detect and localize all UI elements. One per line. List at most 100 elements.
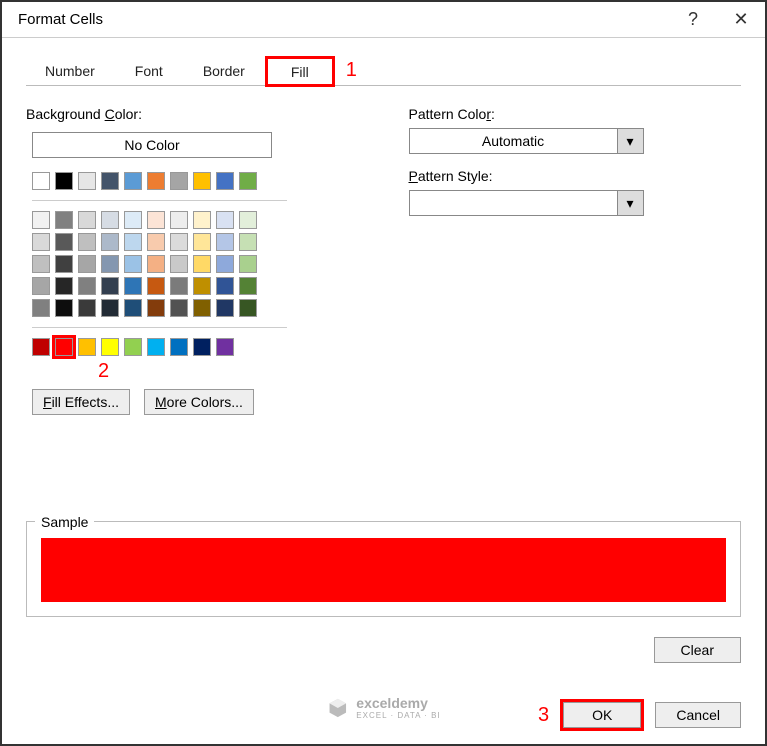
tab-strip: Number Font Border Fill 1 [26, 56, 741, 86]
color-swatch[interactable] [147, 233, 165, 251]
color-swatch[interactable] [216, 277, 234, 295]
color-swatch[interactable] [32, 211, 50, 229]
color-swatch[interactable] [55, 338, 73, 356]
color-swatch[interactable] [32, 277, 50, 295]
color-swatch[interactable] [78, 211, 96, 229]
theme-shades-row [26, 233, 359, 251]
tab-number[interactable]: Number [26, 56, 114, 85]
color-swatch[interactable] [193, 172, 211, 190]
color-swatch[interactable] [101, 255, 119, 273]
more-colors-button[interactable]: More Colors... [144, 389, 254, 415]
color-swatch[interactable] [124, 172, 142, 190]
color-swatch[interactable] [170, 211, 188, 229]
tab-fill[interactable]: Fill [266, 57, 334, 86]
color-swatch[interactable] [170, 338, 188, 356]
theme-shades-row [26, 255, 359, 273]
color-swatch[interactable] [124, 211, 142, 229]
color-swatch[interactable] [216, 299, 234, 317]
pattern-color-label: Pattern Color: [409, 106, 742, 122]
clear-button[interactable]: Clear [654, 637, 741, 663]
color-swatch[interactable] [101, 233, 119, 251]
color-swatch[interactable] [193, 255, 211, 273]
color-swatch[interactable] [32, 255, 50, 273]
color-swatch[interactable] [124, 338, 142, 356]
color-swatch[interactable] [124, 255, 142, 273]
tab-font[interactable]: Font [116, 56, 182, 85]
pattern-color-dropdown[interactable]: Automatic ▾ [409, 128, 644, 154]
ok-button[interactable]: OK [563, 702, 641, 728]
color-swatch[interactable] [239, 299, 257, 317]
color-swatch[interactable] [55, 277, 73, 295]
color-swatch[interactable] [55, 172, 73, 190]
annotation-3: 3 [538, 704, 549, 727]
color-swatch[interactable] [216, 338, 234, 356]
color-swatch[interactable] [32, 299, 50, 317]
color-swatch[interactable] [170, 233, 188, 251]
color-swatch[interactable] [239, 172, 257, 190]
pattern-style-dropdown[interactable]: ▾ [409, 190, 644, 216]
no-color-button[interactable]: No Color [32, 132, 272, 158]
color-swatch[interactable] [32, 233, 50, 251]
pattern-style-label: Pattern Style: [409, 168, 742, 184]
color-swatch[interactable] [101, 338, 119, 356]
help-button[interactable]: ? [669, 2, 717, 38]
color-swatch[interactable] [216, 172, 234, 190]
color-swatch[interactable] [55, 233, 73, 251]
annotation-1: 1 [346, 59, 357, 82]
color-swatch[interactable] [239, 277, 257, 295]
color-swatch[interactable] [193, 277, 211, 295]
color-swatch[interactable] [55, 255, 73, 273]
title-bar: Format Cells ? ✕ [2, 2, 765, 38]
color-swatch[interactable] [78, 233, 96, 251]
color-swatch[interactable] [170, 255, 188, 273]
dialog-title: Format Cells [18, 11, 669, 28]
pattern-section: Pattern Color: Automatic ▾ Pattern Style… [409, 102, 742, 415]
standard-color-row [26, 338, 359, 356]
color-swatch[interactable] [170, 299, 188, 317]
color-swatch[interactable] [147, 338, 165, 356]
color-swatch[interactable] [239, 211, 257, 229]
color-swatch[interactable] [78, 172, 96, 190]
color-swatch[interactable] [170, 172, 188, 190]
color-swatch[interactable] [101, 277, 119, 295]
color-swatch[interactable] [32, 172, 50, 190]
tab-border[interactable]: Border [184, 56, 264, 85]
color-swatch[interactable] [239, 233, 257, 251]
color-swatch[interactable] [32, 338, 50, 356]
color-swatch[interactable] [147, 172, 165, 190]
background-color-section: Background Color: No Color 2 Fill Effect… [26, 102, 359, 415]
color-swatch[interactable] [124, 277, 142, 295]
color-swatch[interactable] [216, 255, 234, 273]
background-color-label: Background Color: [26, 106, 359, 122]
annotation-2: 2 [98, 360, 109, 382]
color-swatch[interactable] [78, 255, 96, 273]
color-swatch[interactable] [124, 233, 142, 251]
color-swatch[interactable] [193, 211, 211, 229]
color-swatch[interactable] [78, 277, 96, 295]
chevron-down-icon: ▾ [617, 129, 643, 153]
color-swatch[interactable] [147, 211, 165, 229]
color-swatch[interactable] [55, 299, 73, 317]
color-swatch[interactable] [147, 255, 165, 273]
color-swatch[interactable] [55, 211, 73, 229]
color-swatch[interactable] [193, 299, 211, 317]
color-swatch[interactable] [101, 211, 119, 229]
color-swatch[interactable] [193, 338, 211, 356]
color-swatch[interactable] [101, 299, 119, 317]
color-swatch[interactable] [193, 233, 211, 251]
color-swatch[interactable] [78, 338, 96, 356]
theme-shades-row [26, 299, 359, 317]
cancel-button[interactable]: Cancel [655, 702, 741, 728]
color-swatch[interactable] [170, 277, 188, 295]
fill-effects-button[interactable]: Fill Effects... [32, 389, 130, 415]
color-swatch[interactable] [147, 277, 165, 295]
color-swatch[interactable] [216, 233, 234, 251]
color-swatch[interactable] [239, 255, 257, 273]
close-button[interactable]: ✕ [717, 2, 765, 38]
color-swatch[interactable] [124, 299, 142, 317]
color-swatch[interactable] [101, 172, 119, 190]
theme-shades-row [26, 277, 359, 295]
color-swatch[interactable] [147, 299, 165, 317]
color-swatch[interactable] [78, 299, 96, 317]
color-swatch[interactable] [216, 211, 234, 229]
